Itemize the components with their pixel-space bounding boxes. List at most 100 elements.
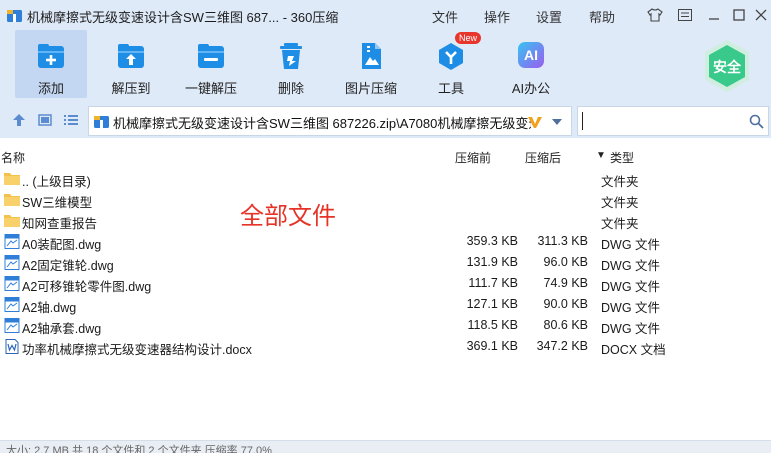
file-type: DWG 文件: [601, 301, 661, 315]
image-compress-icon: [355, 40, 387, 72]
file-size: 111.7 KB: [468, 276, 518, 290]
file-packed: 96.0 KB: [543, 255, 588, 269]
zip-file-icon: [94, 116, 109, 128]
delete-label: 删除: [277, 81, 304, 96]
menu-file[interactable]: 文件: [432, 7, 458, 26]
menu-settings[interactable]: 设置: [536, 7, 562, 26]
file-size: 369.1 KB: [466, 339, 518, 353]
column-size[interactable]: 压缩前: [455, 149, 491, 166]
title-bar: 机械摩擦式无级变速设计含SW三维图 687... - 360压缩 文件 操作 设…: [0, 0, 771, 30]
one-click-extract-button[interactable]: 一键解压: [175, 30, 247, 98]
file-type: DOCX 文档: [601, 343, 666, 357]
file-type: DWG 文件: [601, 259, 661, 273]
folder-icon: [4, 215, 20, 227]
file-size: 131.9 KB: [466, 255, 518, 269]
menu-operate[interactable]: 操作: [484, 7, 510, 26]
file-name: 知网查重报告: [22, 217, 98, 231]
maximize-icon[interactable]: [729, 6, 749, 24]
file-type: DWG 文件: [601, 280, 661, 294]
file-type: DWG 文件: [601, 322, 661, 336]
status-text: 大小: 2.7 MB 共 18 个文件和 2 个文件夹 压缩率 77.0%: [6, 445, 272, 453]
add-label: 添加: [37, 81, 64, 96]
file-name: A2固定锥轮.dwg: [22, 259, 114, 273]
dwg-file-icon: [4, 297, 20, 312]
file-row[interactable]: 知网查重报告 文件夹: [0, 210, 771, 231]
file-row[interactable]: SW三维模型 文件夹: [0, 189, 771, 210]
file-type: DWG 文件: [601, 238, 661, 252]
add-button[interactable]: 添加: [15, 30, 87, 98]
app-logo-icon: [7, 10, 22, 22]
folder-icon: [4, 173, 20, 185]
file-size: 118.5 KB: [467, 318, 518, 332]
file-type: 文件夹: [601, 217, 639, 231]
image-compress-label: 图片压缩: [344, 81, 397, 96]
ai-office-label: AI办公: [511, 81, 551, 96]
new-badge: New: [455, 32, 482, 44]
status-bar: 大小: 2.7 MB 共 18 个文件和 2 个文件夹 压缩率 77.0%: [0, 440, 771, 453]
file-name: .. (上级目录): [22, 175, 91, 189]
address-row: 机械摩擦式无级变速设计含SW三维图 687226.zip\A7080机械摩擦无级…: [0, 104, 771, 136]
one-click-extract-label: 一键解压: [184, 81, 237, 96]
file-type: 文件夹: [601, 196, 639, 210]
file-row[interactable]: 功率机械摩擦式无级变速器结构设计.docx 369.1 KB 347.2 KB …: [0, 336, 771, 357]
extract-to-icon: [115, 40, 147, 72]
file-row[interactable]: .. (上级目录) 文件夹: [0, 168, 771, 189]
file-row[interactable]: A0装配图.dwg 359.3 KB 311.3 KB DWG 文件: [0, 231, 771, 252]
all-files-overlay-text: 全部文件: [240, 203, 336, 230]
dwg-file-icon: [4, 234, 20, 249]
file-size: 359.3 KB: [466, 234, 518, 248]
file-name: SW三维模型: [22, 196, 93, 210]
menu-help[interactable]: 帮助: [589, 7, 615, 26]
word-doc-icon: [5, 339, 19, 354]
file-name: A2可移锥轮零件图.dwg: [22, 280, 152, 294]
file-row[interactable]: A2可移锥轮零件图.dwg 111.7 KB 74.9 KB DWG 文件: [0, 273, 771, 294]
add-icon: [35, 40, 67, 72]
file-packed: 90.0 KB: [543, 297, 588, 311]
one-click-extract-icon: [195, 40, 227, 72]
close-icon[interactable]: [751, 6, 771, 24]
skin-shirt-icon[interactable]: [645, 6, 665, 24]
tools-icon: [435, 40, 467, 72]
file-row[interactable]: A2固定锥轮.dwg 131.9 KB 96.0 KB DWG 文件: [0, 252, 771, 273]
path-text: 机械摩擦式无级变速设计含SW三维图 687226.zip\A7080机械摩擦无级…: [113, 116, 531, 131]
column-name[interactable]: 名称: [1, 149, 25, 166]
file-size: 127.1 KB: [466, 297, 518, 311]
folder-icon: [4, 194, 20, 206]
file-packed: 347.2 KB: [536, 339, 588, 353]
extract-to-button[interactable]: 解压到: [95, 30, 167, 98]
file-packed: 74.9 KB: [543, 276, 588, 290]
thumbnail-view-icon[interactable]: [37, 112, 53, 128]
search-field[interactable]: [577, 106, 769, 136]
column-type[interactable]: 类型: [610, 149, 634, 166]
ai-office-button[interactable]: AI AI办公: [495, 30, 567, 98]
file-name: A2轴.dwg: [22, 301, 77, 315]
path-field[interactable]: 机械摩擦式无级变速设计含SW三维图 687226.zip\A7080机械摩擦无级…: [88, 106, 572, 136]
safe-label: 安全: [713, 59, 741, 75]
file-packed: 311.3 KB: [537, 234, 588, 248]
tools-button[interactable]: New 工具: [415, 30, 487, 98]
window-title: 机械摩擦式无级变速设计含SW三维图 687... - 360压缩: [27, 10, 339, 25]
chevron-down-icon[interactable]: [551, 118, 563, 126]
dwg-file-icon: [4, 255, 20, 270]
minimize-icon[interactable]: [704, 6, 724, 24]
extract-to-label: 解压到: [111, 81, 151, 96]
file-packed: 80.6 KB: [543, 318, 588, 332]
column-packed[interactable]: 压缩后: [525, 149, 561, 166]
search-icon[interactable]: [749, 114, 764, 129]
delete-button[interactable]: 删除: [255, 30, 327, 98]
file-row[interactable]: A2轴.dwg 127.1 KB 90.0 KB DWG 文件: [0, 294, 771, 315]
main-menu-icon[interactable]: [675, 6, 695, 24]
tools-label: 工具: [437, 81, 464, 96]
list-view-icon[interactable]: [63, 112, 79, 128]
safe-badge[interactable]: 安全: [702, 38, 752, 94]
file-name: 功率机械摩擦式无级变速器结构设计.docx: [22, 343, 252, 357]
file-name: A0装配图.dwg: [22, 238, 102, 252]
file-row[interactable]: A2轴承套.dwg 118.5 KB 80.6 KB DWG 文件: [0, 315, 771, 336]
sort-desc-icon: ▼: [596, 150, 606, 161]
verified-check-icon: [528, 117, 542, 128]
search-input[interactable]: [582, 112, 742, 130]
dwg-file-icon: [4, 318, 20, 333]
up-arrow-icon[interactable]: [11, 112, 27, 128]
image-compress-button[interactable]: 图片压缩: [335, 30, 407, 98]
file-type: 文件夹: [601, 175, 639, 189]
